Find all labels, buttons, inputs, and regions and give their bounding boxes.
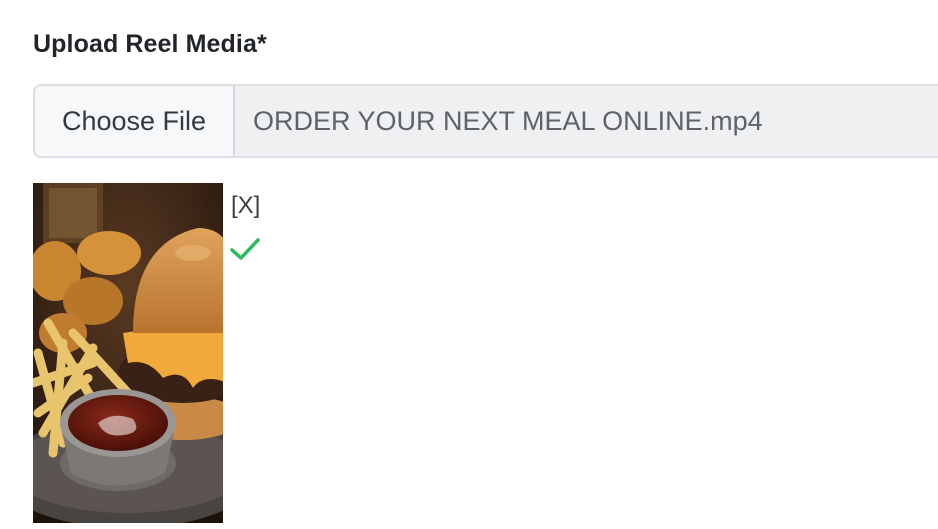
remove-file-link[interactable]: [X] xyxy=(231,192,260,220)
field-label: Upload Reel Media* xyxy=(33,30,267,58)
file-input[interactable]: Choose File ORDER YOUR NEXT MEAL ONLINE.… xyxy=(33,84,938,158)
choose-file-button[interactable]: Choose File xyxy=(35,86,235,156)
selected-file-name: ORDER YOUR NEXT MEAL ONLINE.mp4 xyxy=(253,105,763,136)
checkmark-icon xyxy=(230,238,260,260)
upload-reel-media-section: Upload Reel Media* Choose File ORDER YOU… xyxy=(0,0,938,529)
media-thumbnail xyxy=(33,183,223,523)
